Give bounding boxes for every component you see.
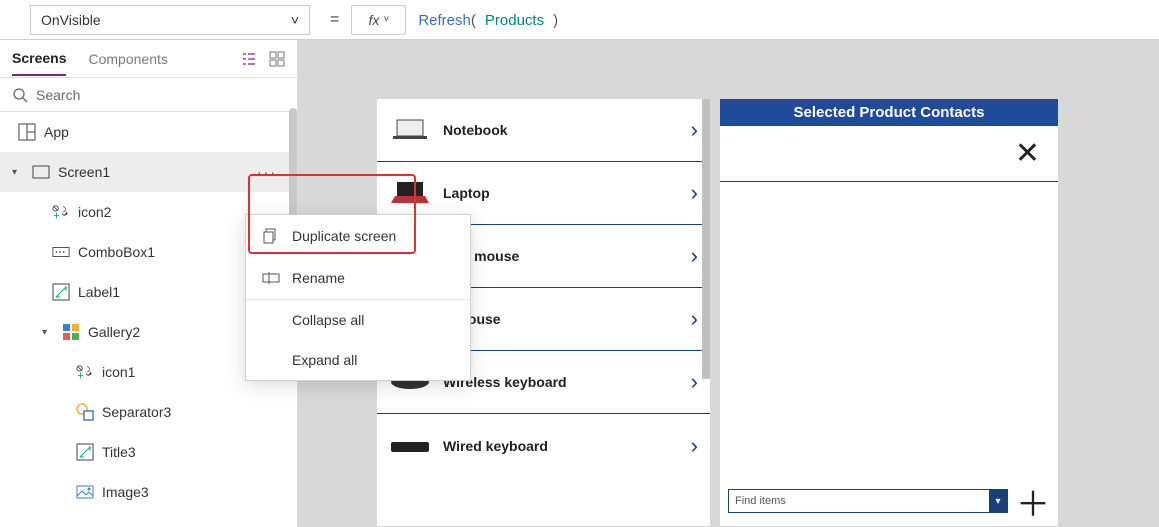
- chevron-right-icon[interactable]: ›: [691, 117, 698, 143]
- menu-rename[interactable]: Rename: [246, 257, 470, 300]
- search-icon: [12, 87, 28, 103]
- chevron-down-icon[interactable]: ▾: [989, 490, 1007, 512]
- contacts-toolbar: ✕: [720, 126, 1058, 182]
- gallery-row[interactable]: Notebook ›: [377, 99, 710, 162]
- label-icon: [52, 283, 70, 301]
- menu-expand-all[interactable]: Expand all: [246, 340, 470, 380]
- product-image-notebook: [389, 115, 431, 145]
- product-image-laptop: [389, 178, 431, 208]
- property-dropdown[interactable]: OnVisible ˅: [30, 5, 310, 35]
- chevron-right-icon[interactable]: ›: [691, 433, 698, 459]
- chevron-down-icon: ˅: [291, 12, 299, 28]
- contacts-header: Selected Product Contacts: [720, 99, 1058, 126]
- search-row[interactable]: Search: [0, 78, 297, 112]
- icon-group-icon: [52, 203, 70, 221]
- separator-icon: [76, 403, 94, 421]
- fx-label: fx: [368, 12, 379, 28]
- label-icon: [76, 443, 94, 461]
- chevron-down-icon: ˅: [383, 14, 389, 25]
- formula-input[interactable]: Refresh( Products ): [418, 11, 558, 29]
- formula-arg: Products: [485, 12, 544, 29]
- tree-title3[interactable]: Title3: [0, 432, 297, 472]
- chevron-right-icon[interactable]: ›: [691, 180, 698, 206]
- scrollbar[interactable]: [289, 108, 297, 228]
- gallery-icon: [62, 323, 80, 341]
- tab-components[interactable]: Components: [88, 43, 167, 75]
- image-icon: [76, 483, 94, 501]
- close-icon[interactable]: ✕: [1015, 136, 1040, 171]
- formula-bar: OnVisible ˅ = fx ˅ Refresh( Products ): [0, 0, 1159, 40]
- context-menu: Duplicate screen Rename Collapse all Exp…: [245, 214, 471, 381]
- contacts-panel: Selected Product Contacts ✕ Find items ▾…: [719, 98, 1059, 527]
- search-placeholder: Search: [36, 87, 80, 103]
- formula-fn: Refresh: [418, 12, 471, 29]
- chevron-right-icon[interactable]: ›: [691, 243, 698, 269]
- tree-image3[interactable]: Image3: [0, 472, 297, 512]
- menu-duplicate-screen[interactable]: Duplicate screen: [246, 215, 470, 257]
- find-items-placeholder: Find items: [735, 495, 786, 507]
- property-label: OnVisible: [41, 12, 101, 28]
- chevron-right-icon[interactable]: ›: [691, 369, 698, 395]
- find-items-combobox[interactable]: Find items ▾: [728, 489, 1008, 513]
- more-actions-button[interactable]: ···: [249, 164, 285, 180]
- duplicate-icon: [262, 227, 280, 245]
- contacts-footer: Find items ▾ ＋: [720, 476, 1058, 526]
- screen-icon: [32, 163, 50, 181]
- tree-tabbar: Screens Components: [0, 40, 297, 78]
- menu-collapse-all[interactable]: Collapse all: [246, 300, 470, 340]
- scrollbar[interactable]: [702, 99, 710, 379]
- tab-screens[interactable]: Screens: [12, 42, 66, 76]
- product-image-keyboard: [389, 431, 431, 461]
- tree-screen1[interactable]: ▾ Screen1 ···: [0, 152, 297, 192]
- icon-group-icon: [76, 363, 94, 381]
- caret-down-icon[interactable]: ▾: [42, 327, 54, 338]
- plus-icon[interactable]: ＋: [1016, 477, 1050, 526]
- tree-app[interactable]: App: [0, 112, 297, 152]
- grid-icon[interactable]: [269, 51, 285, 67]
- fx-button[interactable]: fx ˅: [351, 5, 406, 35]
- chevron-right-icon[interactable]: ›: [691, 306, 698, 332]
- list-icon[interactable]: [241, 51, 257, 67]
- gallery-row[interactable]: Wired keyboard ›: [377, 414, 710, 477]
- contacts-body: [720, 182, 1058, 476]
- app-icon: [18, 123, 36, 141]
- rename-icon: [262, 269, 280, 287]
- tree-separator3[interactable]: Separator3: [0, 392, 297, 432]
- caret-down-icon[interactable]: ▾: [12, 167, 24, 178]
- combobox-icon: [52, 243, 70, 261]
- equals-sign: =: [322, 11, 347, 29]
